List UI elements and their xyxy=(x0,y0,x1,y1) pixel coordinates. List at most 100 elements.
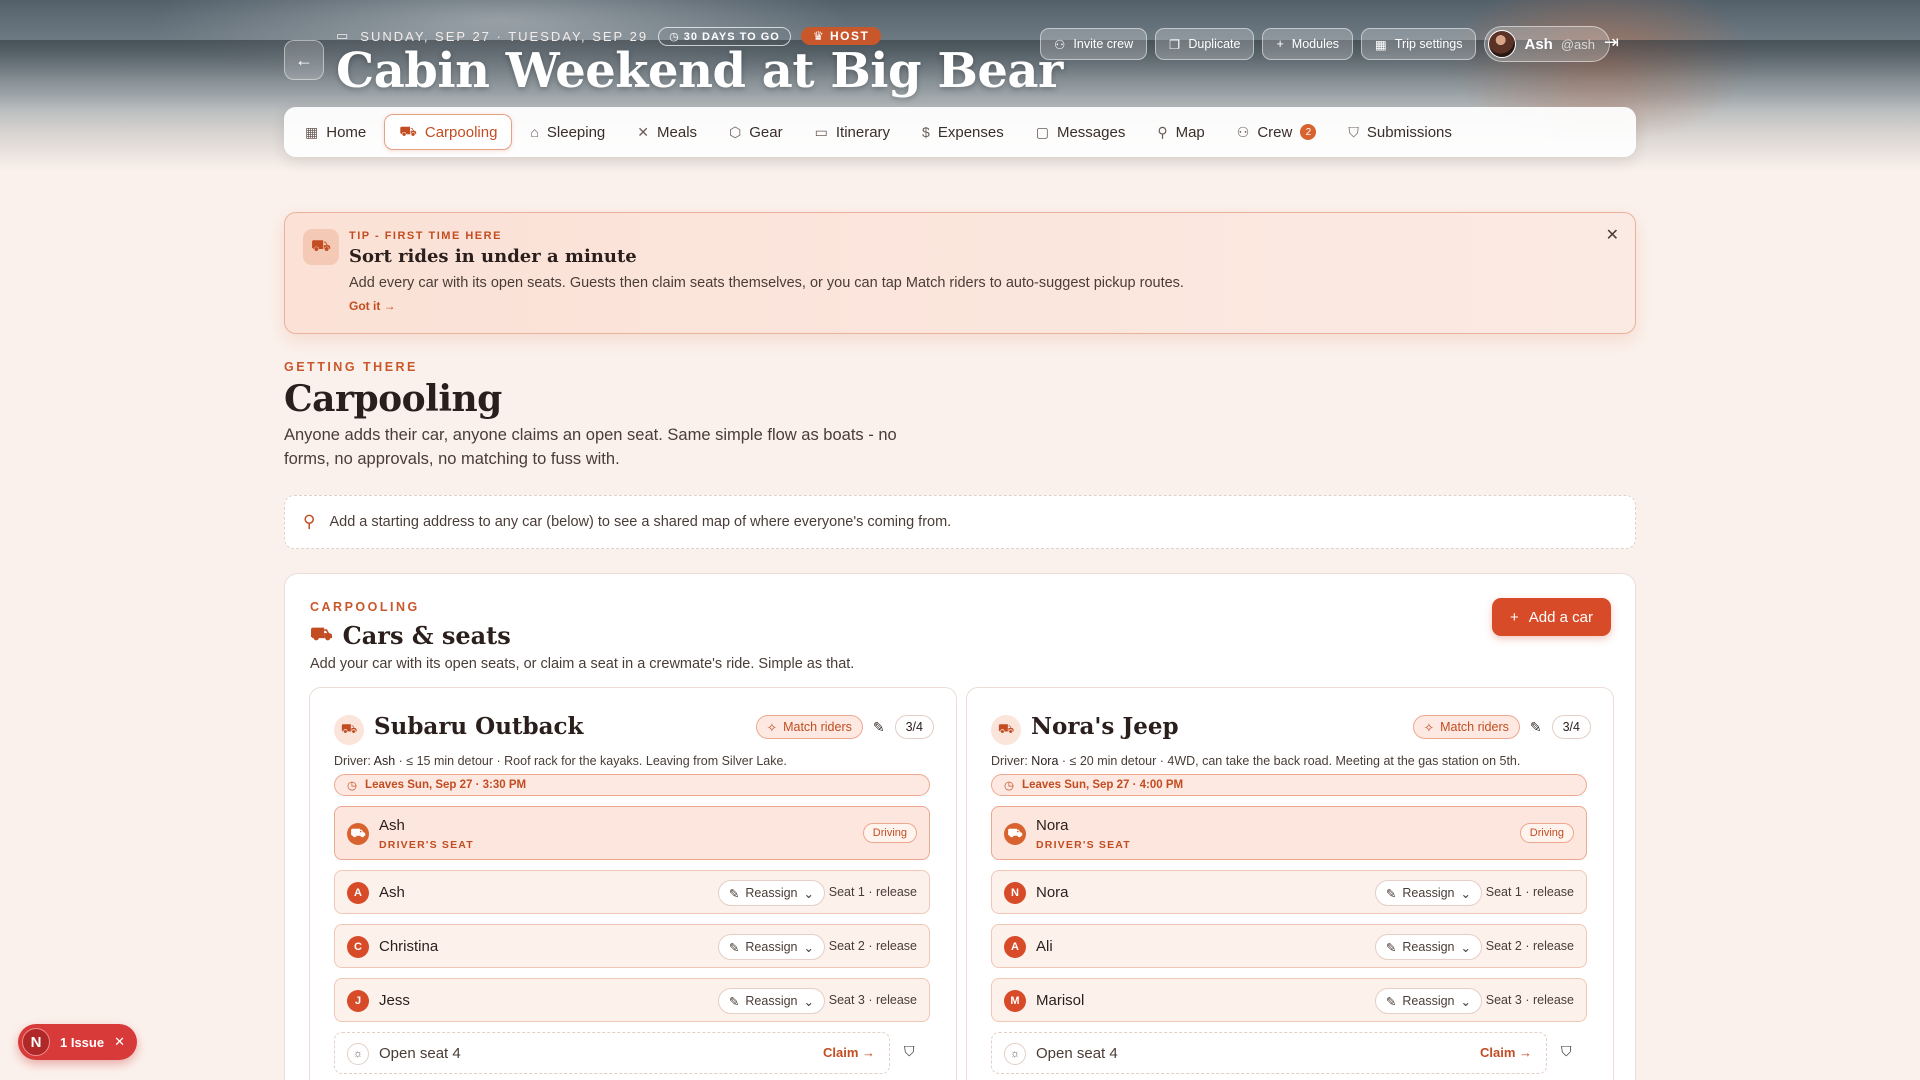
seat-row: J Jess ✎ Reassign ⌄ Seat 3 · release xyxy=(334,978,930,1022)
avatar: M xyxy=(1004,990,1026,1012)
role-label: HOST xyxy=(829,29,870,43)
tab-map[interactable]: ⚲ Map xyxy=(1143,114,1218,150)
match-riders-button[interactable]: ✧ Match riders xyxy=(755,715,863,739)
seat-release-link[interactable]: Seat 2 · release xyxy=(1486,939,1574,953)
clock-icon: ◷ xyxy=(1004,780,1015,792)
reassign-dropdown[interactable]: ✎ Reassign ⌄ xyxy=(717,880,825,906)
panel-description: Add your car with its open seats, or cla… xyxy=(310,656,855,672)
tip-card: ⛟ TIP - FIRST TIME HERE Sort rides in un… xyxy=(284,212,1636,334)
tab-itinerary[interactable]: ▭ Itinerary xyxy=(801,114,904,150)
seat-release-link[interactable]: Seat 1 · release xyxy=(829,885,917,899)
shield-icon: ⛉ xyxy=(1348,123,1359,140)
sun-icon: ☼ xyxy=(347,1043,369,1065)
avatar xyxy=(1488,30,1517,58)
plus-icon: + xyxy=(1276,37,1284,51)
package-icon: ⬡ xyxy=(729,123,742,140)
car-icon: ⛟ xyxy=(991,715,1021,745)
chevron-down-icon: ⌄ xyxy=(1460,994,1471,1009)
reassign-dropdown[interactable]: ✎ Reassign ⌄ xyxy=(1374,880,1482,906)
close-icon[interactable]: ✕ xyxy=(1606,225,1619,245)
tab-carpooling[interactable]: ⛟ Carpooling xyxy=(384,114,513,150)
tab-label: Map xyxy=(1175,123,1205,141)
open-seat-label: Open seat 4 xyxy=(1036,1045,1118,1062)
trip-title: Cabin Weekend at Big Bear xyxy=(336,43,1063,99)
chevron-down-icon: ⌄ xyxy=(803,940,814,955)
crew-count-badge: 2 xyxy=(1300,124,1317,140)
pencil-icon: ✎ xyxy=(728,886,740,901)
car-details: · ≤ 15 min detour · Roof rack for the ka… xyxy=(395,754,787,768)
message-icon: ▢ xyxy=(1035,123,1049,140)
seat-count: 3/4 xyxy=(1551,715,1591,739)
page-description: Anyone adds their car, anyone claims an … xyxy=(284,426,897,468)
pencil-icon[interactable]: ✎ xyxy=(873,719,885,736)
add-car-button[interactable]: + Add a car xyxy=(1492,598,1611,636)
panel-title-text: Cars & seats xyxy=(342,621,511,650)
n-logo-icon: N xyxy=(22,1028,50,1056)
modules-label: Modules xyxy=(1291,37,1340,51)
car-driver-line: Driver: Nora · ≤ 20 min detour · 4WD, ca… xyxy=(991,754,1520,768)
utensils-icon: ✕ xyxy=(637,123,650,140)
tip-dismiss-link[interactable]: Got it → xyxy=(349,299,396,313)
car-driver-line: Driver: Ash · ≤ 15 min detour · Roof rac… xyxy=(334,754,787,768)
reassign-label: Reassign xyxy=(1402,994,1455,1008)
claim-seat-button[interactable]: Claim → xyxy=(1480,1045,1532,1060)
tab-label: Meals xyxy=(657,123,698,141)
pencil-icon: ✎ xyxy=(1385,940,1397,955)
calendar-icon: ▭ xyxy=(814,123,828,140)
seat-release-link[interactable]: Seat 2 · release xyxy=(829,939,917,953)
tab-expenses[interactable]: $ Expenses xyxy=(908,114,1018,150)
countdown-label: 30 DAYS TO GO xyxy=(683,30,780,43)
trip-settings-button[interactable]: ▦ Trip settings xyxy=(1361,28,1477,60)
logout-icon[interactable]: ⇥ xyxy=(1604,32,1619,53)
modules-button[interactable]: + Modules xyxy=(1262,28,1354,60)
reassign-dropdown[interactable]: ✎ Reassign ⌄ xyxy=(1374,988,1482,1014)
tab-label: Messages xyxy=(1056,123,1126,141)
tab-gear[interactable]: ⬡ Gear xyxy=(715,114,797,150)
calendar-icon: ▦ xyxy=(1375,37,1387,52)
reassign-dropdown[interactable]: ✎ Reassign ⌄ xyxy=(1374,934,1482,960)
match-riders-button[interactable]: ✧ Match riders xyxy=(1412,715,1520,739)
tab-home[interactable]: ▦ Home xyxy=(291,114,380,150)
issue-toast[interactable]: N 1 Issue ✕ xyxy=(18,1024,137,1060)
close-icon[interactable]: ✕ xyxy=(114,1034,125,1050)
reassign-dropdown[interactable]: ✎ Reassign ⌄ xyxy=(717,934,825,960)
seat-release-link[interactable]: Seat 1 · release xyxy=(1486,885,1574,899)
seat-release-link[interactable]: Seat 3 · release xyxy=(1486,993,1574,1007)
car-name: Nora's Jeep xyxy=(1031,713,1179,740)
duplicate-button[interactable]: ❐ Duplicate xyxy=(1155,28,1255,60)
back-button[interactable]: ← xyxy=(284,40,324,80)
tab-submissions[interactable]: ⛉ Submissions xyxy=(1334,114,1466,150)
users-icon: ⚇ xyxy=(1236,123,1250,140)
tab-sleeping[interactable]: ⌂ Sleeping xyxy=(516,114,619,150)
invite-crew-button[interactable]: ⚇ Invite crew xyxy=(1040,28,1148,60)
pencil-icon[interactable]: ✎ xyxy=(1530,719,1542,736)
tab-label: Expenses xyxy=(937,123,1004,141)
user-menu[interactable]: Ash @ash xyxy=(1484,26,1610,62)
seat-row: M Marisol ✎ Reassign ⌄ Seat 3 · release xyxy=(991,978,1587,1022)
claim-seat-button[interactable]: Claim → xyxy=(823,1045,875,1060)
pin-icon: ⚲ xyxy=(1157,123,1168,140)
pencil-icon: ✎ xyxy=(728,940,740,955)
tab-meals[interactable]: ✕ Meals xyxy=(623,114,711,150)
tab-messages[interactable]: ▢ Messages xyxy=(1022,114,1140,150)
open-seat-label: Open seat 4 xyxy=(379,1045,461,1062)
driving-badge: Driving xyxy=(862,823,917,843)
pencil-icon: ✎ xyxy=(1385,994,1397,1009)
cars-panel: CARPOOLING ⛟ Cars & seats Add your car w… xyxy=(284,573,1636,1080)
departure-pill: ◷ Leaves Sun, Sep 27 · 4:00 PM xyxy=(991,774,1587,796)
avatar: A xyxy=(1004,936,1026,958)
seat-count: 3/4 xyxy=(894,715,934,739)
shield-icon[interactable]: ⛉ xyxy=(904,1043,915,1060)
car-icon: ⛟ xyxy=(334,715,364,745)
departure-pill: ◷ Leaves Sun, Sep 27 · 3:30 PM xyxy=(334,774,930,796)
add-car-label: Add a car xyxy=(1528,608,1593,626)
reassign-label: Reassign xyxy=(1402,940,1455,954)
car-icon: ⛟ xyxy=(399,122,417,139)
shield-icon[interactable]: ⛉ xyxy=(1561,1043,1572,1060)
driver-prefix: Driver: xyxy=(334,754,371,768)
tab-crew[interactable]: ⚇ Crew 2 xyxy=(1223,114,1331,150)
seat-release-link[interactable]: Seat 3 · release xyxy=(829,993,917,1007)
reassign-dropdown[interactable]: ✎ Reassign ⌄ xyxy=(717,988,825,1014)
open-seat: ☼ Open seat 4 Claim → xyxy=(991,1032,1547,1074)
tab-label: Crew xyxy=(1257,123,1293,141)
